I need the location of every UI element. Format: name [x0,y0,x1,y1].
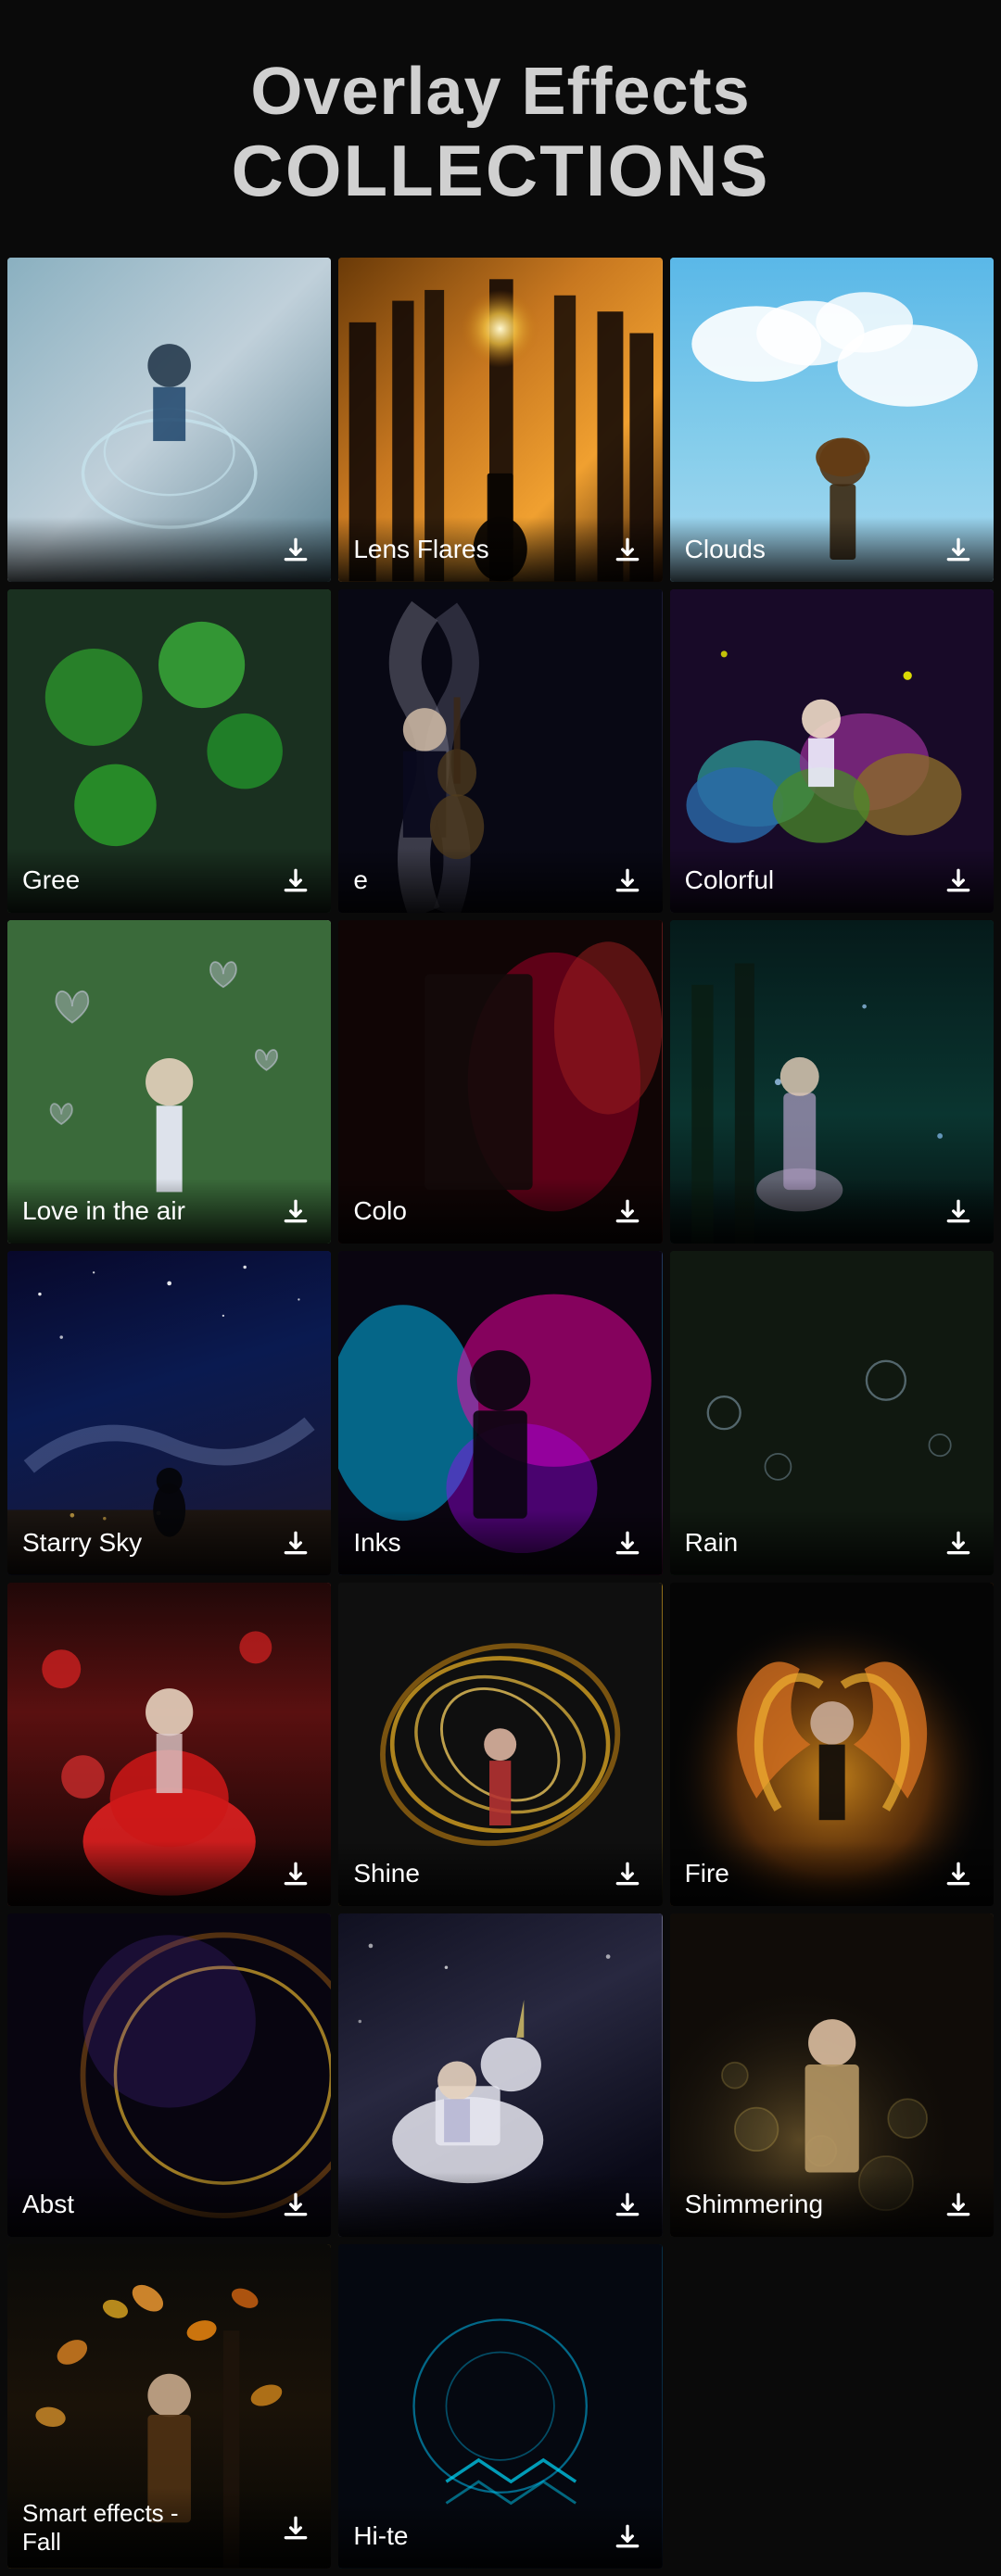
download-button[interactable] [938,1191,979,1231]
item-footer: Fire [670,1841,994,1906]
item-name: Smart effects -Fall [22,2499,275,2557]
item-name: Shimmering [685,2189,938,2220]
grid-item-clouds[interactable]: Clouds [670,258,994,581]
item-name: Colorful [685,865,938,896]
item-footer: Lens Flares [338,517,662,582]
grid-item-rain[interactable]: Rain [670,1251,994,1574]
grid-item-shimmering[interactable]: Shimmering [670,1913,994,2237]
grid-item-water-horse[interactable] [7,258,331,581]
item-name: Clouds [685,534,938,565]
download-button[interactable] [607,1522,648,1563]
header-subtitle: COLLECTIONS [19,129,982,213]
download-button[interactable] [607,2184,648,2225]
download-button[interactable] [275,529,316,570]
header-title: Overlay Effects [19,56,982,129]
download-button[interactable] [607,1191,648,1231]
download-button[interactable] [607,860,648,901]
item-name: Gree [22,865,275,896]
grid-item-unicorn[interactable] [338,1913,662,2237]
grid-item-shine[interactable]: Shine [338,1583,662,1906]
download-button[interactable] [938,529,979,570]
download-button[interactable] [938,1522,979,1563]
item-footer [670,1179,994,1244]
grid-item-guitar-smoke[interactable]: e [338,589,662,913]
download-button[interactable] [938,2184,979,2225]
download-button[interactable] [938,860,979,901]
item-footer: Clouds [670,517,994,582]
effects-grid: Lens Flares [0,250,1001,2575]
item-footer: Colorful [670,848,994,913]
item-footer: Starry Sky [7,1510,331,1575]
grid-item-hitech[interactable]: Hi-te [338,2244,662,2568]
grid-item-fall[interactable]: Smart effects -Fall [7,2244,331,2568]
item-name: Love in the air [22,1195,275,1227]
download-button[interactable] [275,1853,316,1894]
item-name: Inks [353,1527,606,1559]
item-footer: Hi-te [338,2504,662,2569]
grid-item-abstract[interactable]: Abst [7,1913,331,2237]
download-button[interactable] [607,1853,648,1894]
download-button[interactable] [275,860,316,901]
grid-item-starry-sky[interactable]: Starry Sky [7,1251,331,1574]
item-name: e [353,865,606,896]
item-footer: e [338,848,662,913]
item-name: Fire [685,1858,938,1889]
item-footer [7,1841,331,1906]
item-footer: Shimmering [670,2172,994,2237]
item-footer: Rain [670,1510,994,1575]
item-name: Lens Flares [353,534,606,565]
app-container: Overlay Effects COLLECTIONS [0,0,1001,2576]
item-footer: Colo [338,1179,662,1244]
item-name: Abst [22,2189,275,2220]
item-name: Colo [353,1195,606,1227]
download-button[interactable] [938,1853,979,1894]
page-header: Overlay Effects COLLECTIONS [0,0,1001,250]
item-footer: Gree [7,848,331,913]
grid-item-green-balloons[interactable]: Gree [7,589,331,913]
download-button[interactable] [607,529,648,570]
item-footer: Smart effects -Fall [7,2488,331,2568]
grid-item-color-smoke[interactable]: Colo [338,920,662,1244]
item-footer: Inks [338,1510,662,1575]
grid-item-lens-flares[interactable]: Lens Flares [338,258,662,581]
download-button[interactable] [275,2507,316,2548]
grid-item-rose-dress[interactable] [7,1583,331,1906]
item-footer: Love in the air [7,1179,331,1244]
download-button[interactable] [275,1522,316,1563]
download-button[interactable] [607,2516,648,2557]
item-footer: Abst [7,2172,331,2237]
item-footer: Shine [338,1841,662,1906]
grid-item-inks[interactable]: Inks [338,1251,662,1574]
item-footer [7,517,331,582]
item-name: Shine [353,1858,606,1889]
download-button[interactable] [275,1191,316,1231]
grid-item-fairy-forest[interactable] [670,920,994,1244]
item-name: Starry Sky [22,1527,275,1559]
grid-item-fire[interactable]: Fire [670,1583,994,1906]
grid-item-colorful[interactable]: Colorful [670,589,994,913]
download-button[interactable] [275,2184,316,2225]
grid-item-love-in-air[interactable]: Love in the air [7,920,331,1244]
item-name: Rain [685,1527,938,1559]
item-footer [338,2172,662,2237]
item-name: Hi-te [353,2520,606,2552]
